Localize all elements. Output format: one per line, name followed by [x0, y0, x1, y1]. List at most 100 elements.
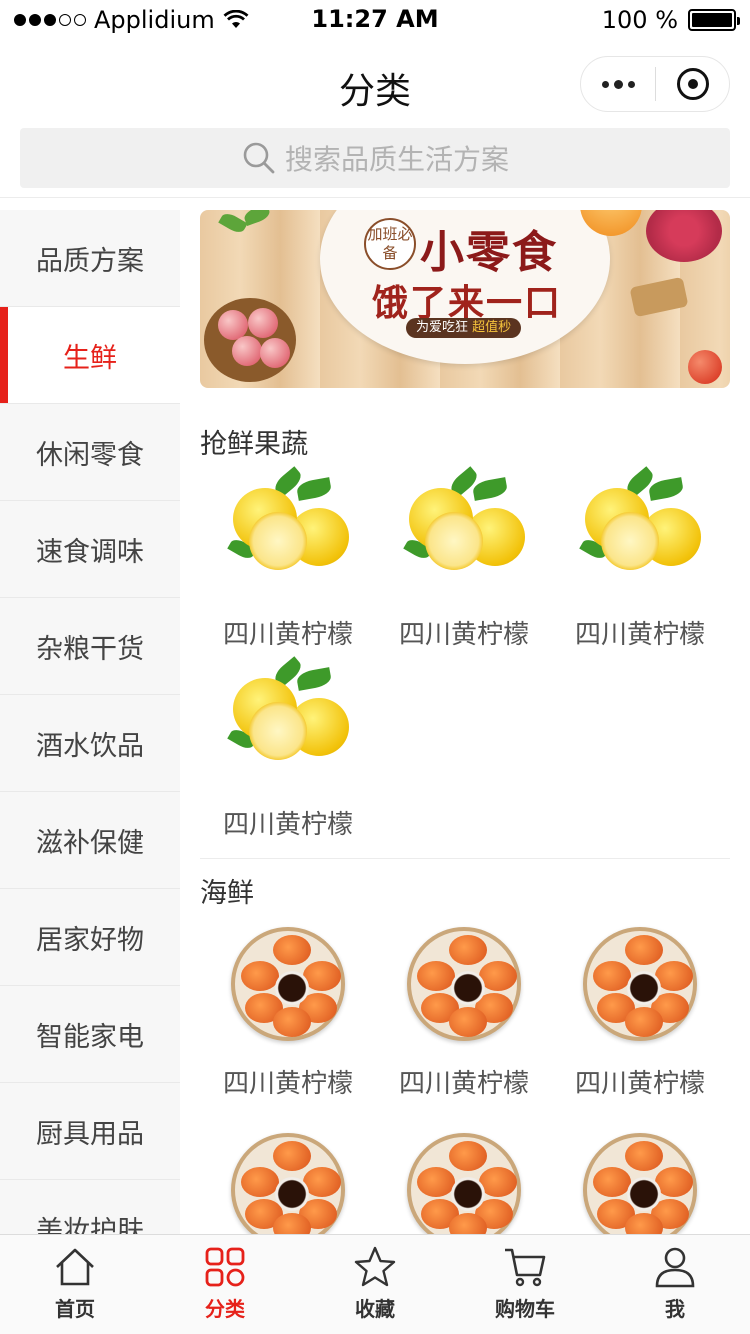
tab-user[interactable]: 我 [600, 1235, 750, 1334]
miniprogram-capsule [580, 56, 730, 112]
banner-tag: 为爱吃狂 超值秒 [406, 318, 522, 338]
sidebar-item-label: 厨具用品 [36, 1118, 144, 1150]
battery-percent: 100 % [601, 6, 678, 34]
user-icon [653, 1245, 697, 1289]
product-card[interactable]: 四川黄柠檬 [200, 462, 376, 652]
sidebar-item-label: 美妆护肤 [36, 1215, 144, 1235]
leaf-decoration [242, 210, 272, 227]
search-input[interactable]: 搜索品质生活方案 [20, 128, 730, 188]
product-grid: 四川黄柠檬 四川黄柠檬 四川黄柠檬 四川黄柠檬 [200, 462, 730, 842]
product-card[interactable]: 四川黄柠檬 [552, 911, 728, 1101]
lemon-image [575, 466, 705, 602]
star-icon [353, 1245, 397, 1289]
crab-plate-image [223, 921, 353, 1051]
sidebar-item[interactable]: 居家好物 [0, 889, 180, 986]
sidebar-item[interactable]: 生鲜 [0, 307, 180, 404]
tab-label: 我 [665, 1297, 685, 1321]
section-divider [200, 858, 730, 859]
sidebar-item[interactable]: 品质方案 [0, 210, 180, 307]
sidebar-item[interactable]: 美妆护肤 [0, 1180, 180, 1235]
banner-tag-highlight: 超值秒 [472, 320, 512, 335]
product-name: 四川黄柠檬 [398, 1069, 529, 1099]
product-card[interactable] [200, 1117, 376, 1234]
product-card[interactable]: 四川黄柠檬 [200, 652, 376, 842]
status-right: 100 % [601, 6, 740, 34]
category-icon [203, 1245, 247, 1289]
product-card[interactable]: 四川黄柠檬 [552, 462, 728, 652]
sidebar-item[interactable]: 酒水饮品 [0, 695, 180, 792]
tab-label: 分类 [205, 1297, 245, 1321]
tab-label: 购物车 [495, 1297, 555, 1321]
home-icon [53, 1245, 97, 1289]
product-name: 四川黄柠檬 [398, 620, 529, 650]
product-name: 四川黄柠檬 [222, 620, 353, 650]
sidebar-item-label: 生鲜 [63, 342, 117, 374]
more-button[interactable] [581, 57, 655, 111]
lemon-image [223, 466, 353, 602]
lemon-image [399, 466, 529, 602]
category-content: 加班必备 小零食 饿了来一口 为爱吃狂 超值秒 抢鲜果蔬 四川黄柠檬 四川黄柠檬 四川… [200, 210, 730, 1234]
search-icon [243, 142, 275, 174]
product-name: 四川黄柠檬 [574, 620, 705, 650]
promo-banner[interactable]: 加班必备 小零食 饿了来一口 为爱吃狂 超值秒 [200, 210, 730, 388]
more-dot-icon [613, 79, 623, 89]
crab-plate-image [575, 1127, 705, 1234]
category-sidebar: 品质方案生鲜休闲零食速食调味杂粮干货酒水饮品滋补保健居家好物智能家电厨具用品美妆… [0, 210, 180, 1234]
section-title: 抢鲜果蔬 [200, 429, 308, 460]
tab-label: 收藏 [355, 1297, 395, 1321]
product-card[interactable] [552, 1117, 728, 1234]
apple-basket-image [204, 298, 296, 382]
tab-cart[interactable]: 购物车 [450, 1235, 600, 1334]
product-sections: 抢鲜果蔬 四川黄柠檬 四川黄柠檬 四川黄柠檬 四川黄柠檬 海鲜 四川黄柠檬 四川黄柠檬 四川黄柠… [200, 428, 730, 1234]
tab-label: 首页 [55, 1297, 95, 1321]
sidebar-item[interactable]: 速食调味 [0, 501, 180, 598]
status-bar: Applidium 11:27 AM 100 % [0, 0, 750, 40]
sidebar-item-label: 休闲零食 [36, 439, 144, 471]
product-name: 四川黄柠檬 [222, 810, 353, 840]
crab-plate-image [399, 1127, 529, 1234]
cracker-image [629, 276, 689, 318]
product-card[interactable]: 四川黄柠檬 [200, 911, 376, 1101]
sidebar-item[interactable]: 滋补保健 [0, 792, 180, 889]
sidebar-item[interactable]: 休闲零食 [0, 404, 180, 501]
tab-bar: 首页 分类 收藏 购物车 我 [0, 1234, 750, 1334]
sidebar-item[interactable]: 杂粮干货 [0, 598, 180, 695]
sidebar-item-label: 智能家电 [36, 1021, 144, 1053]
close-button[interactable] [656, 57, 729, 111]
product-card[interactable] [376, 1117, 552, 1234]
tab-home[interactable]: 首页 [0, 1235, 150, 1334]
berries-image [646, 210, 722, 262]
lemon-image [223, 656, 353, 792]
crab-plate-image [223, 1127, 353, 1234]
sidebar-item-label: 酒水饮品 [36, 730, 144, 762]
target-icon [676, 68, 709, 100]
sidebar-item-label: 品质方案 [36, 245, 144, 277]
tomato-image [688, 350, 722, 384]
crab-plate-image [399, 921, 529, 1051]
sidebar-item-label: 居家好物 [36, 924, 144, 956]
search-bar: 搜索品质生活方案 [0, 118, 750, 198]
cart-icon [503, 1245, 547, 1289]
banner-tag-text: 为爱吃狂 [416, 320, 469, 335]
tab-star[interactable]: 收藏 [300, 1235, 450, 1334]
banner-headline: 小零食 [420, 227, 558, 278]
more-dot-icon [627, 80, 635, 88]
sidebar-item[interactable]: 厨具用品 [0, 1083, 180, 1180]
section-title: 海鲜 [200, 878, 254, 909]
sidebar-item[interactable]: 智能家电 [0, 986, 180, 1083]
sidebar-item-label: 滋补保健 [36, 827, 144, 859]
crab-plate-image [575, 921, 705, 1051]
product-card[interactable]: 四川黄柠檬 [376, 911, 552, 1101]
more-dot-icon [601, 80, 609, 88]
product-grid: 四川黄柠檬 四川黄柠檬 四川黄柠檬 [200, 911, 730, 1234]
product-name: 四川黄柠檬 [222, 1069, 353, 1099]
banner-seal: 加班必备 [364, 218, 416, 270]
leaf-decoration [218, 210, 248, 236]
battery-icon [688, 9, 740, 31]
tab-category[interactable]: 分类 [150, 1235, 300, 1334]
product-name: 四川黄柠檬 [574, 1069, 705, 1099]
sidebar-item-label: 杂粮干货 [36, 633, 144, 665]
product-card[interactable]: 四川黄柠檬 [376, 462, 552, 652]
search-placeholder: 搜索品质生活方案 [284, 143, 509, 176]
sidebar-item-label: 速食调味 [36, 536, 144, 568]
